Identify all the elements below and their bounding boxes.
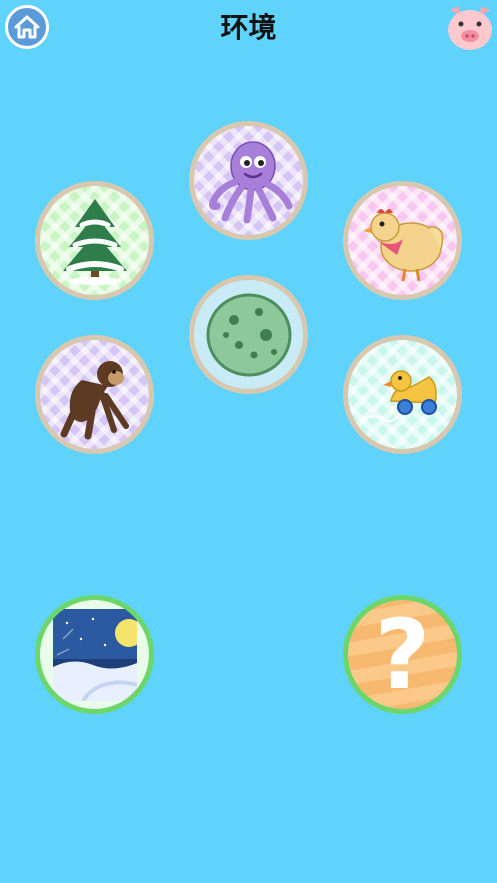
tile-hen[interactable] — [343, 181, 462, 300]
tile-octopus[interactable] — [189, 121, 308, 240]
tile-toy-duck[interactable] — [343, 335, 462, 454]
green-cell-icon — [206, 293, 291, 376]
winter-night-landscape-icon — [52, 608, 137, 701]
octopus-icon — [208, 140, 292, 223]
monkey-icon — [60, 360, 129, 439]
answer-slot[interactable] — [35, 595, 154, 714]
tile-monkey[interactable] — [35, 335, 154, 454]
toy-duck-icon — [357, 369, 437, 422]
hen-icon — [362, 208, 443, 281]
page-title: 环境 — [220, 11, 277, 44]
tile-snowy-tree[interactable] — [35, 181, 154, 300]
pig-face-icon — [448, 6, 492, 50]
mystery-tile[interactable]: ? — [343, 595, 462, 714]
question-mark: ? — [374, 598, 431, 711]
tile-cell[interactable] — [189, 275, 308, 394]
pig-button[interactable] — [445, 2, 495, 52]
snowy-pine-tree-icon — [62, 198, 127, 285]
